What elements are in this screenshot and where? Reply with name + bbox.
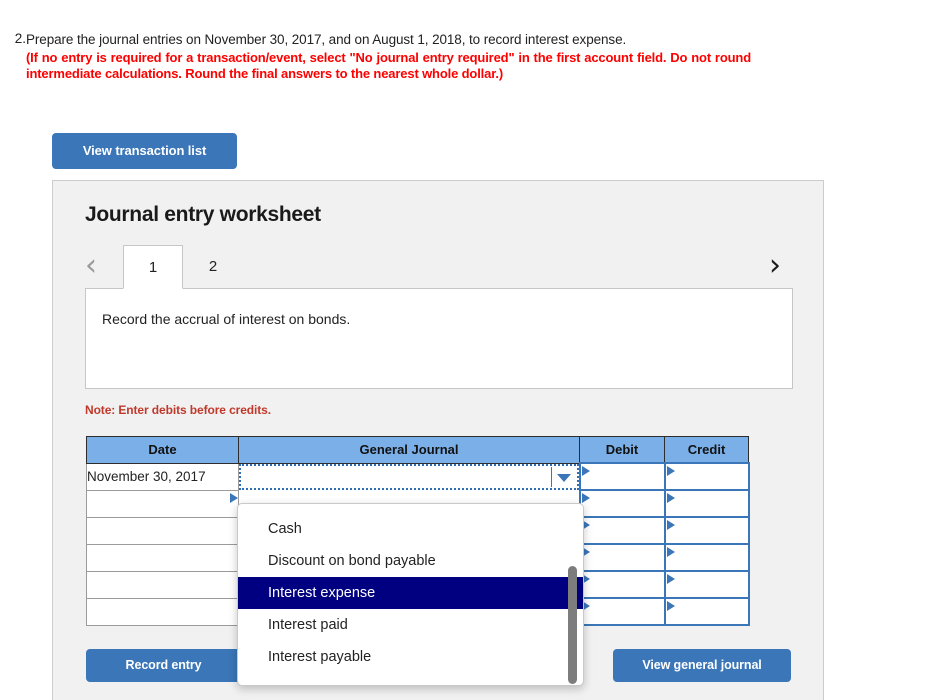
general-journal-cell[interactable] bbox=[238, 463, 580, 490]
date-cell[interactable] bbox=[86, 490, 239, 518]
date-cell[interactable] bbox=[86, 517, 239, 545]
combobox-separator bbox=[550, 466, 552, 487]
worksheet-description-box: Record the accrual of interest on bonds. bbox=[85, 288, 793, 389]
cell-marker-icon bbox=[666, 574, 675, 584]
question-lead-text: Prepare the journal entries on November … bbox=[26, 32, 627, 47]
dropdown-option-interest-expense[interactable]: Interest expense bbox=[238, 577, 583, 609]
debits-before-credits-note: Note: Enter debits before credits. bbox=[85, 403, 271, 417]
dropdown-caret-inner-icon bbox=[261, 504, 279, 505]
column-header-credit: Credit bbox=[664, 436, 749, 464]
cell-marker-icon bbox=[666, 520, 675, 530]
credit-cell[interactable] bbox=[663, 516, 750, 545]
dropdown-option-interest-payable[interactable]: Interest payable bbox=[238, 641, 583, 673]
tab-worksheet-1[interactable]: 1 bbox=[123, 245, 183, 289]
dropdown-option-cash[interactable]: Cash bbox=[238, 513, 583, 545]
debit-cell[interactable] bbox=[578, 543, 666, 572]
chevron-left-icon[interactable]: ‹ bbox=[85, 251, 97, 281]
dropdown-option-discount-on-bond-payable[interactable]: Discount on bond payable bbox=[238, 545, 583, 577]
cell-marker-icon bbox=[666, 493, 675, 503]
record-entry-button[interactable]: Record entry bbox=[86, 649, 241, 682]
column-header-general-journal: General Journal bbox=[238, 436, 580, 464]
date-cell[interactable]: November 30, 2017 bbox=[86, 463, 239, 491]
date-cell[interactable] bbox=[86, 598, 239, 626]
worksheet-tab-bar: ‹ 1 2 › bbox=[53, 245, 825, 289]
column-header-debit: Debit bbox=[579, 436, 665, 464]
debit-cell[interactable] bbox=[578, 516, 666, 545]
table-header-row: Date General Journal Debit Credit bbox=[86, 436, 749, 464]
account-dropdown-menu[interactable]: Cash Discount on bond payable Interest e… bbox=[237, 503, 584, 686]
cell-marker-icon bbox=[230, 493, 238, 503]
chevron-right-icon[interactable]: › bbox=[769, 251, 781, 281]
dropdown-option-interest-paid[interactable]: Interest paid bbox=[238, 609, 583, 641]
cell-marker-icon bbox=[666, 547, 675, 557]
table-row: November 30, 2017 bbox=[86, 462, 750, 491]
tab-worksheet-2-label: 2 bbox=[208, 258, 218, 275]
debit-cell[interactable] bbox=[578, 462, 666, 491]
worksheet-description-text: Record the accrual of interest on bonds. bbox=[102, 311, 351, 327]
debit-cell[interactable] bbox=[578, 570, 666, 599]
date-cell[interactable] bbox=[86, 571, 239, 599]
account-select-combobox[interactable] bbox=[239, 463, 579, 490]
chevron-down-icon[interactable] bbox=[556, 473, 571, 482]
view-transaction-list-button[interactable]: View transaction list bbox=[52, 133, 237, 169]
tab-worksheet-2[interactable]: 2 bbox=[183, 245, 243, 289]
question-number: 2. bbox=[14, 31, 26, 46]
dropdown-scrollbar[interactable] bbox=[568, 566, 577, 684]
question-block: 2. Prepare the journal entries on Novemb… bbox=[0, 0, 951, 82]
cell-marker-icon bbox=[666, 601, 675, 611]
dropdown-option-list: Cash Discount on bond payable Interest e… bbox=[238, 504, 583, 673]
debit-cell[interactable] bbox=[578, 597, 666, 626]
page-title: Journal entry worksheet bbox=[85, 203, 321, 226]
view-general-journal-button[interactable]: View general journal bbox=[613, 649, 791, 682]
credit-cell[interactable] bbox=[663, 462, 750, 491]
credit-cell[interactable] bbox=[663, 570, 750, 599]
cell-marker-icon bbox=[581, 466, 590, 476]
cell-marker-icon bbox=[581, 493, 590, 503]
cell-marker-icon bbox=[666, 466, 675, 476]
question-instruction-text: (If no entry is required for a transacti… bbox=[26, 50, 751, 81]
credit-cell[interactable] bbox=[663, 543, 750, 572]
credit-cell[interactable] bbox=[663, 597, 750, 626]
debit-cell[interactable] bbox=[578, 489, 666, 518]
column-header-date: Date bbox=[86, 436, 239, 464]
date-cell[interactable] bbox=[86, 544, 239, 572]
tab-worksheet-1-label: 1 bbox=[148, 259, 158, 276]
credit-cell[interactable] bbox=[663, 489, 750, 518]
